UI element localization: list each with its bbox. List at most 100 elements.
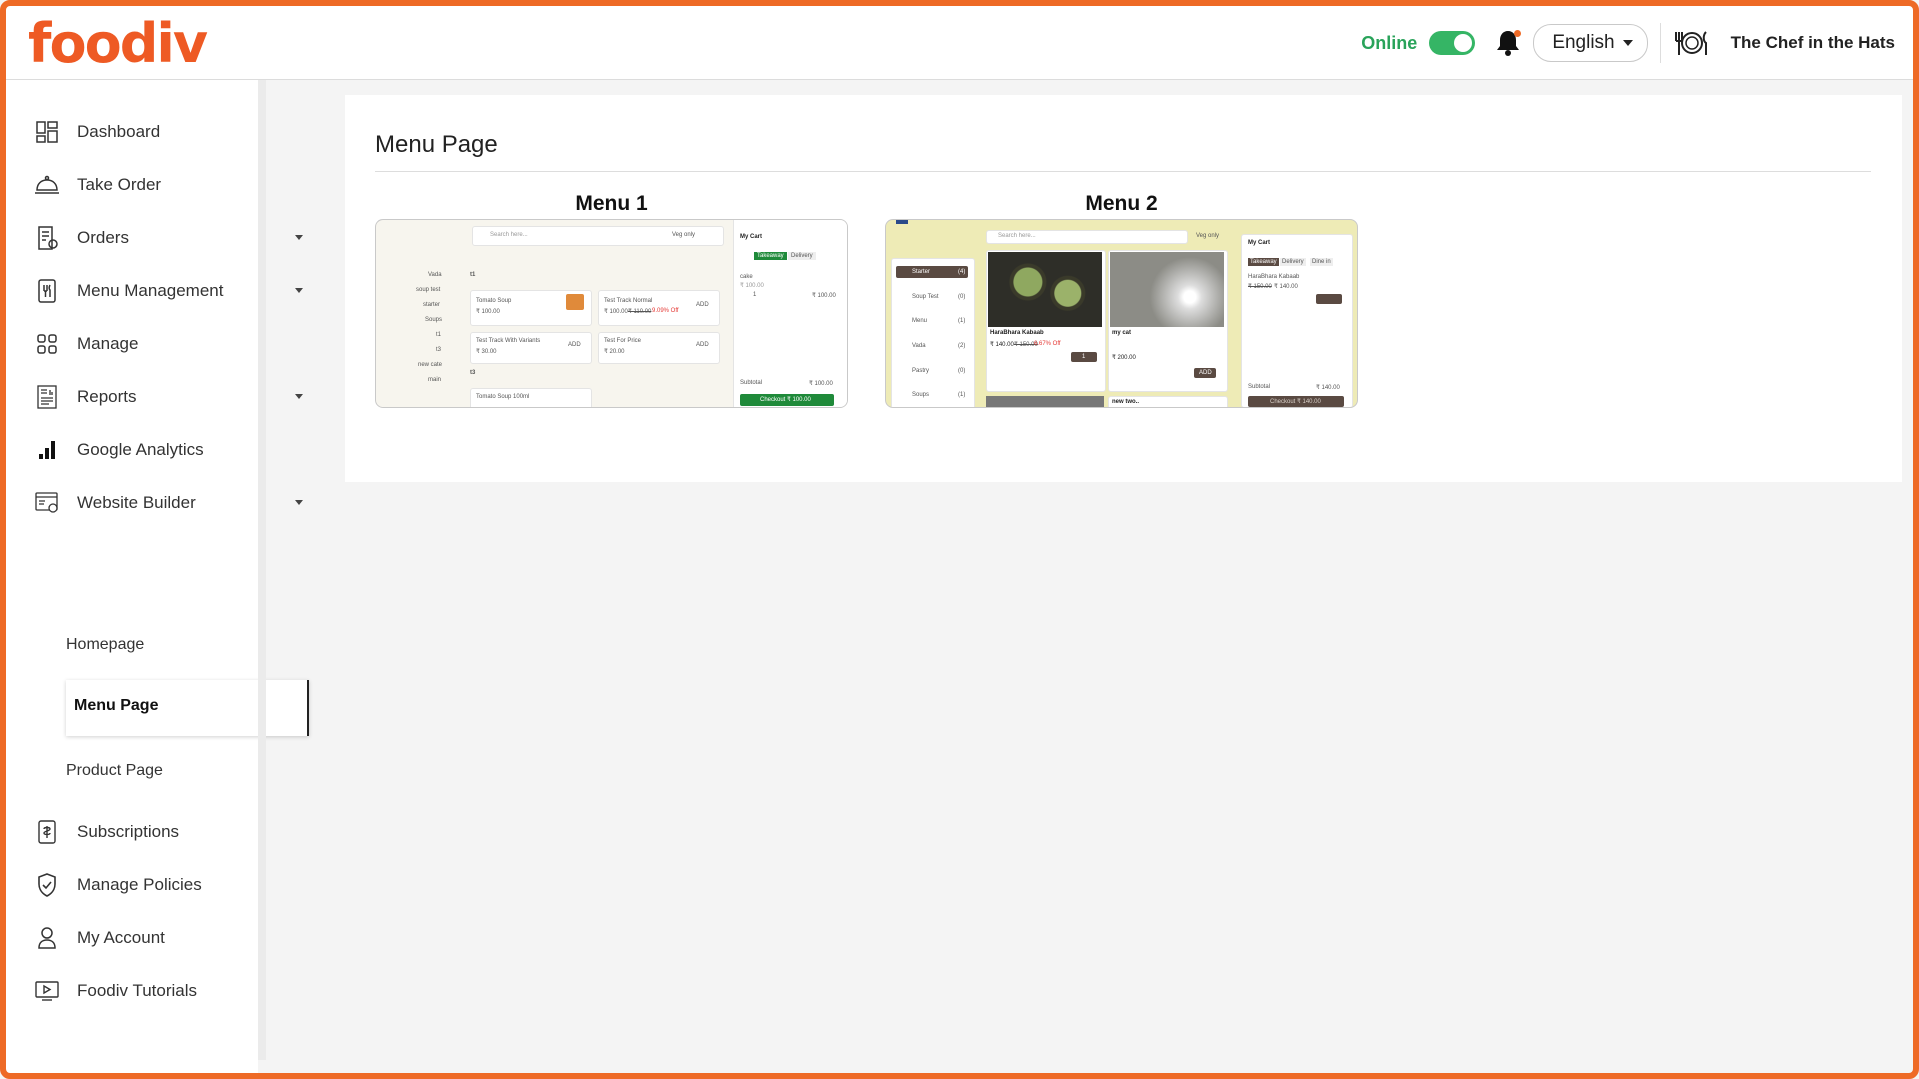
menu-2-preview[interactable]: Search here... Veg only Starter (4) Soup…: [885, 219, 1358, 408]
sidebar-item-take-order[interactable]: Take Order: [6, 165, 258, 205]
sidebar-item-my-account[interactable]: My Account: [6, 918, 258, 958]
subnav-homepage[interactable]: Homepage: [66, 636, 144, 654]
preview-subtotal-label: Subtotal: [740, 380, 763, 386]
preview-category: Soup Test: [912, 294, 939, 300]
bell-icon[interactable]: [1495, 28, 1522, 58]
preview-cart-item: HaraBhara Kabaab: [1248, 274, 1300, 280]
preview-subtotal-label: Subtotal: [1248, 384, 1271, 390]
preview-subtotal: ₹ 140.00: [1316, 385, 1340, 391]
chevron-down-icon: [1622, 40, 1633, 46]
sidebar-item-foodiv-tutorials[interactable]: Foodiv Tutorials: [6, 971, 258, 1011]
preview-item-card: [986, 396, 1104, 407]
bar-chart-icon: [34, 437, 60, 463]
restaurant-name[interactable]: The Chef in the Hats: [1731, 33, 1895, 53]
sidebar: Dashboard Take Order Orders Menu Managem…: [6, 80, 309, 1073]
preview-category: Soups: [425, 317, 443, 323]
chevron-down-icon: [295, 235, 303, 240]
header-divider: [1659, 23, 1661, 63]
cutlery-icon[interactable]: [1673, 28, 1711, 58]
sidebar-item-reports[interactable]: Reports: [6, 377, 303, 417]
sidebar-item-subscriptions[interactable]: Subscriptions: [6, 812, 258, 852]
grid-icon: [34, 331, 60, 357]
sidebar-item-label: Foodiv Tutorials: [77, 981, 197, 1000]
preview-tab: Delivery: [1280, 258, 1306, 266]
sidebar-item-label: Orders: [77, 228, 129, 247]
preview-item-price: ₹ 100.00: [476, 309, 500, 315]
chevron-down-icon: [295, 288, 303, 293]
preview-search-text: Search here...: [998, 233, 1036, 239]
sidebar-item-label: Manage: [77, 334, 139, 353]
sidebar-item-google-analytics[interactable]: Google Analytics: [6, 430, 258, 470]
preview-item-name: new two..: [1112, 399, 1139, 405]
preview-tab: Dine in: [1310, 258, 1333, 266]
preview-veg-only: Veg only: [672, 232, 696, 238]
preview-qty: 1: [1082, 354, 1086, 360]
preview-category: Menu: [912, 318, 928, 324]
preview-category: main: [428, 377, 442, 383]
sidebar-item-menu-management[interactable]: Menu Management: [6, 271, 303, 311]
preview-item-name: Tomato Soup: [476, 298, 512, 304]
toggle-knob: [1454, 34, 1473, 52]
preview-cart-item-old: ₹ 150.00: [1248, 284, 1272, 290]
preview-category-count: (1): [958, 318, 966, 324]
subnav-product-page[interactable]: Product Page: [66, 762, 163, 780]
preview-qty: 1: [753, 292, 757, 298]
preview-add-button: ADD: [696, 342, 709, 348]
preview-category: t3: [436, 347, 442, 353]
language-selector[interactable]: English: [1533, 24, 1648, 62]
preview-item-price: ₹ 200.00: [1112, 355, 1136, 361]
preview-cart-item: cake: [740, 274, 753, 280]
preview-category: Starter: [912, 269, 931, 275]
sidebar-item-label: Reports: [77, 387, 137, 406]
online-status-label: Online: [1361, 32, 1418, 53]
sidebar-item-manage[interactable]: Manage: [6, 324, 258, 364]
chevron-down-icon: [295, 500, 303, 505]
preview-category-count: (1): [958, 392, 966, 398]
preview-subtotal: ₹ 100.00: [809, 381, 833, 387]
subscription-icon: [34, 819, 60, 845]
website-builder-icon: [34, 490, 60, 516]
preview-item-price: ₹ 140.00: [990, 342, 1014, 348]
preview-item-name: HaraBhara Kabaab: [990, 330, 1044, 336]
preview-section: t1: [470, 272, 476, 278]
subnav-menu-page[interactable]: Menu Page: [66, 680, 309, 736]
video-icon: [34, 978, 60, 1004]
language-label: English: [1552, 32, 1615, 53]
sidebar-item-manage-policies[interactable]: Manage Policies: [6, 865, 258, 905]
sidebar-item-label: Subscriptions: [77, 822, 180, 841]
user-icon: [34, 925, 60, 951]
online-toggle[interactable]: [1429, 31, 1476, 55]
preview-checkout-label: Checkout ₹ 140.00: [1270, 399, 1321, 405]
menu-option-1: Menu 1 Search here... Veg only Vada soup…: [375, 189, 848, 408]
menu-option-2: Menu 2 Search here... Veg only Starter (…: [885, 189, 1358, 408]
preview-item-discount: 9.09% Off: [652, 308, 679, 314]
sidebar-scrollbar[interactable]: [258, 80, 266, 1060]
preview-cart-total: ₹ 100.00: [812, 293, 836, 299]
foodiv-logo[interactable]: foodiv: [28, 12, 208, 76]
sidebar-item-dashboard[interactable]: Dashboard: [6, 112, 258, 152]
preview-item-name: my cat: [1112, 330, 1132, 336]
preview-add-button: ADD: [696, 302, 709, 308]
preview-category: soup test: [416, 287, 441, 293]
preview-checkout-label: Checkout ₹ 100.00: [760, 397, 811, 403]
sidebar-item-label: Menu Management: [77, 281, 224, 300]
menu-1-preview[interactable]: Search here... Veg only Vada soup test s…: [375, 219, 848, 408]
subnav-menu-page-label: Menu Page: [74, 697, 159, 714]
sidebar-item-label: Website Builder: [77, 493, 196, 512]
preview-category: Soups: [912, 392, 930, 398]
sidebar-item-website-builder[interactable]: Website Builder: [6, 483, 303, 523]
preview-item-name: Tomato Soup 100ml: [476, 394, 530, 400]
preview-cart-title: My Cart: [740, 234, 763, 240]
preview-category-count: (2): [958, 343, 966, 349]
preview-tab: Takeaway: [754, 252, 787, 260]
chevron-down-icon: [295, 394, 303, 399]
preview-section: t3: [470, 370, 476, 376]
preview-category: Vada: [428, 272, 442, 278]
preview-item-price: ₹ 20.00: [604, 349, 625, 355]
preview-category: Vada: [912, 343, 926, 349]
sidebar-item-label: My Account: [77, 928, 165, 947]
menu-option-title: Menu 1: [575, 192, 648, 215]
sidebar-item-orders[interactable]: Orders: [6, 218, 303, 258]
preview-item-price: ₹ 100.00: [604, 309, 628, 315]
preview-category: t1: [436, 332, 442, 338]
